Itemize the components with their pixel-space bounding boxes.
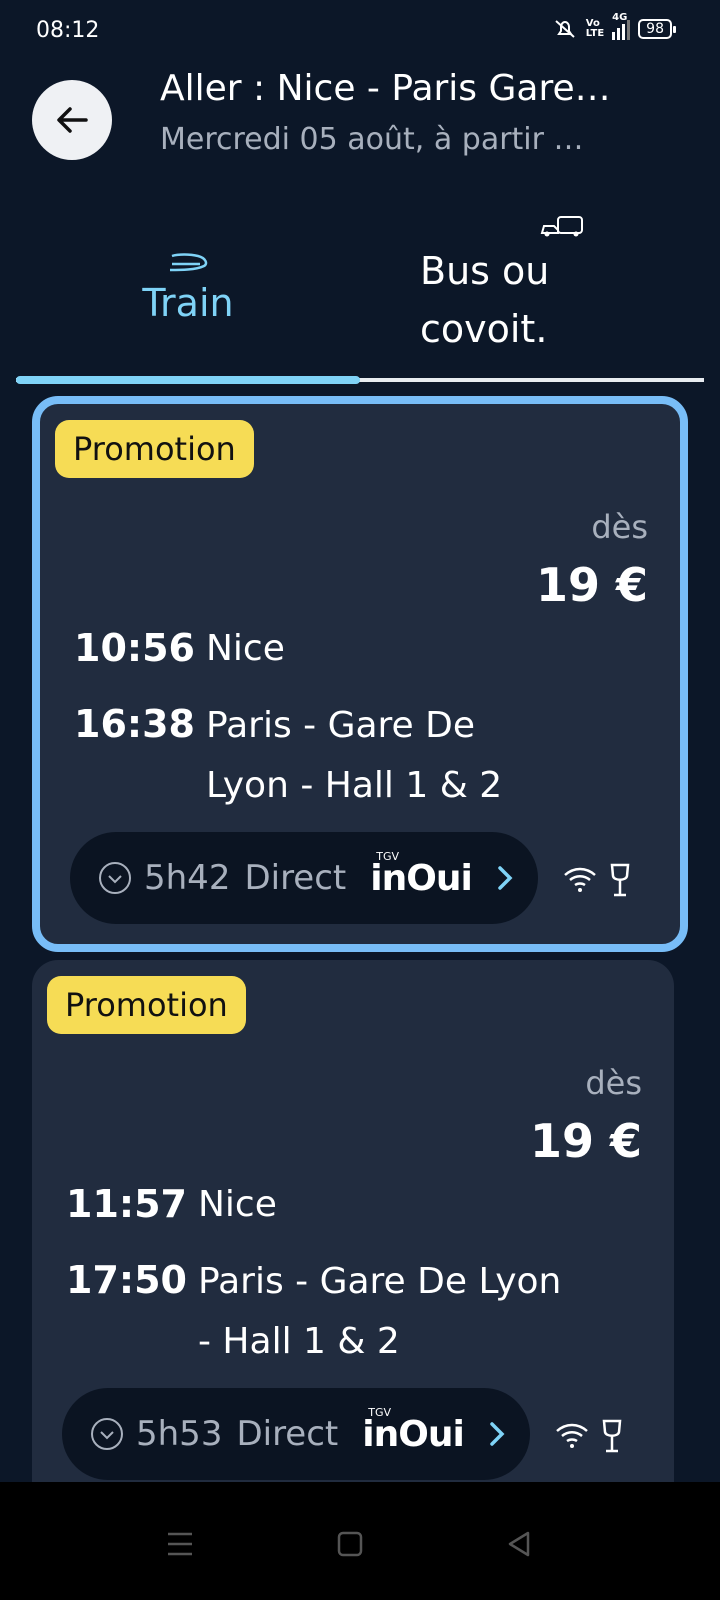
back-nav-icon[interactable] xyxy=(500,1524,540,1564)
clock-icon xyxy=(91,1418,123,1450)
chevron-right-icon xyxy=(490,1422,505,1446)
battery-indicator: 98 xyxy=(638,19,676,39)
departure-station: Nice xyxy=(206,628,285,669)
arrow-left-icon xyxy=(57,107,88,133)
price-prefix: dès xyxy=(585,1064,642,1102)
page-subtitle: Mercredi 05 août, à partir … xyxy=(160,122,584,157)
departure-time: 10:56 xyxy=(74,626,195,670)
tgv-inoui-logo: TGV inOui xyxy=(362,1406,465,1455)
home-icon[interactable] xyxy=(330,1524,370,1564)
signal-icon: 4G xyxy=(612,12,631,40)
trip-duration: 5h42 xyxy=(144,858,231,898)
menu-icon[interactable] xyxy=(160,1524,200,1564)
departure-station: Nice xyxy=(198,1184,277,1225)
trip-duration: 5h53 xyxy=(136,1414,223,1454)
tgv-inoui-logo: TGV inOui xyxy=(370,850,473,899)
arrival-station-line-2: Lyon - Hall 1 & 2 xyxy=(206,765,503,806)
arrival-time: 17:50 xyxy=(66,1258,187,1302)
departure-time: 11:57 xyxy=(66,1182,187,1226)
trip-type: Direct xyxy=(244,858,347,898)
amenities xyxy=(562,862,632,898)
mute-icon xyxy=(555,20,575,38)
status-bar: 08:12 Vo LTE 4G 98 xyxy=(0,0,720,60)
tab-bus-label-2: covoit. xyxy=(420,307,548,351)
trip-details-button[interactable]: 5h53 Direct TGV inOui xyxy=(62,1388,530,1480)
promotion-badge: Promotion xyxy=(55,420,254,478)
back-button[interactable] xyxy=(32,80,112,160)
promotion-badge: Promotion xyxy=(47,976,246,1034)
clock-icon xyxy=(99,862,131,894)
page-title: Aller : Nice - Paris Gare… xyxy=(160,68,611,109)
train-icon xyxy=(169,253,208,272)
price: 19 € xyxy=(529,1114,642,1168)
trip-type: Direct xyxy=(236,1414,339,1454)
tab-bus-carpool[interactable]: Bus ou covoit. xyxy=(360,210,704,380)
wifi-icon xyxy=(564,867,596,892)
arrival-station-line-1: Paris - Gare De Lyon xyxy=(198,1261,562,1302)
price-prefix: dès xyxy=(591,508,648,546)
tab-train-label: Train xyxy=(142,281,234,325)
arrival-time: 16:38 xyxy=(74,702,195,746)
wifi-icon xyxy=(556,1423,588,1448)
amenities xyxy=(554,1418,624,1454)
volte-icon: Vo LTE xyxy=(585,18,605,39)
tab-bus-label-1: Bus ou xyxy=(420,249,550,293)
bar-service-icon xyxy=(602,1419,622,1453)
tab-train[interactable]: Train xyxy=(16,210,360,380)
mode-tabs: Train Bus ou covoit. xyxy=(16,210,704,390)
tab-active-indicator xyxy=(16,376,360,384)
bar-service-icon xyxy=(610,863,630,897)
clock-time: 08:12 xyxy=(36,18,100,43)
train-result-card[interactable]: Promotion dès 19 € 10:56 Nice 16:38 Pari… xyxy=(32,396,688,952)
header: Aller : Nice - Paris Gare… Mercredi 05 a… xyxy=(0,60,720,200)
status-icons: Vo LTE 4G 98 xyxy=(552,12,676,40)
arrival-station-line-2: - Hall 1 & 2 xyxy=(198,1321,400,1362)
bus-car-icon xyxy=(540,216,583,237)
chevron-right-icon xyxy=(498,866,513,890)
train-result-card[interactable]: Promotion dès 19 € 11:57 Nice 17:50 Pari… xyxy=(32,960,674,1520)
system-nav-bar xyxy=(0,1482,720,1600)
trip-details-button[interactable]: 5h42 Direct TGV inOui xyxy=(70,832,538,924)
price: 19 € xyxy=(535,558,648,612)
arrival-station-line-1: Paris - Gare De xyxy=(206,705,476,746)
